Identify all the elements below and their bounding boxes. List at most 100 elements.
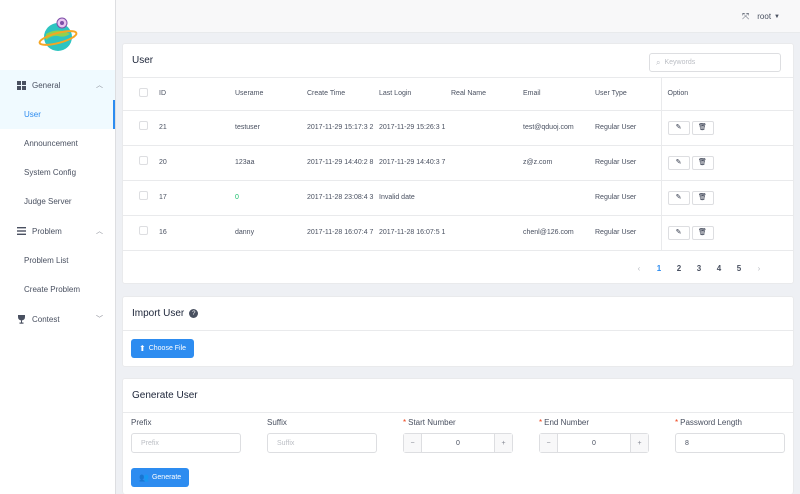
trash-icon[interactable]: 🗑 xyxy=(691,120,714,135)
edit-icon[interactable]: ✎ xyxy=(667,120,690,135)
generate-user-panel: Generate User Prefix Prefix Suffix Suffi… xyxy=(122,378,794,494)
cell-real-name xyxy=(451,145,523,181)
search-input[interactable]: ⌕ Keywords xyxy=(649,53,781,72)
prefix-input[interactable]: Prefix xyxy=(131,433,241,453)
cell-email xyxy=(523,180,595,216)
menu-group-problem[interactable]: Problem ︿ xyxy=(0,216,115,246)
stepper-value: 0 xyxy=(456,439,460,447)
sidebar-item-problem-list[interactable]: Problem List xyxy=(0,246,115,275)
username: root xyxy=(757,12,772,21)
cell-email: z@z.com xyxy=(523,145,595,181)
cell-user-type: Regular User xyxy=(595,110,661,146)
minus-icon[interactable]: − xyxy=(404,434,422,452)
cell-email: chenl@126.com xyxy=(523,215,595,251)
cell-real-name xyxy=(451,110,523,146)
password-length-input[interactable]: 8 xyxy=(675,433,785,453)
password-length-field: * Password Length 8 xyxy=(675,418,785,453)
panel-header: User ⌕ Keywords xyxy=(123,44,793,78)
sidebar-item-create-problem[interactable]: Create Problem xyxy=(0,275,115,304)
menu-group-general[interactable]: General ︿ xyxy=(0,70,115,100)
sidebar-item-user[interactable]: User xyxy=(0,100,115,129)
user-panel: User ⌕ Keywords ID Userame Create Time L… xyxy=(122,43,794,284)
edit-icon[interactable]: ✎ xyxy=(667,155,690,170)
suffix-field: Suffix Suffix xyxy=(267,418,377,453)
cell-real-name xyxy=(451,215,523,251)
chevron-up-icon: ︿ xyxy=(96,228,103,235)
caret-down-icon: ▼ xyxy=(774,13,780,20)
suffix-input[interactable]: Suffix xyxy=(267,433,377,453)
cell-user-type: Regular User xyxy=(595,215,661,251)
column-header: Real Name xyxy=(451,78,523,111)
users-icon: 👥 xyxy=(139,473,149,482)
select-all-checkbox[interactable] xyxy=(139,88,148,98)
cell-last-login: 2017-11-28 16:07:5 1 xyxy=(379,215,451,251)
page-button[interactable]: 2 xyxy=(669,264,689,273)
row-checkbox[interactable] xyxy=(139,191,148,200)
column-header: Create Time xyxy=(307,78,379,111)
expand-icon[interactable]: ⤧ xyxy=(742,11,749,22)
sidebar-item-system-config[interactable]: System Config xyxy=(0,158,115,187)
row-checkbox[interactable] xyxy=(139,121,148,130)
trophy-icon xyxy=(16,314,26,324)
question-circle-icon[interactable]: ? xyxy=(189,309,199,318)
table-row: 21 testuser 2017-11-29 15:17:3 2 2017-11… xyxy=(123,110,793,146)
end-number-stepper[interactable]: − 0 + xyxy=(539,433,649,453)
pagination: ‹ 1 2 3 4 5 › xyxy=(629,264,769,273)
trash-icon[interactable]: 🗑 xyxy=(691,190,714,205)
edit-icon[interactable]: ✎ xyxy=(667,190,690,205)
menu-group-label: Contest xyxy=(32,314,60,324)
panel-header: Import User ? xyxy=(123,297,793,331)
page-button[interactable]: 4 xyxy=(709,264,729,273)
plus-icon[interactable]: + xyxy=(494,434,512,452)
column-header: Userame xyxy=(235,78,307,111)
prev-page-button[interactable]: ‹ xyxy=(629,264,649,273)
next-page-button[interactable]: › xyxy=(749,264,769,273)
column-header[interactable]: ID xyxy=(159,78,235,111)
sidebar: General ︿ User Announcement System Confi… xyxy=(0,0,116,494)
page-button[interactable]: 3 xyxy=(689,264,709,273)
user-table: ID Userame Create Time Last Login Real N… xyxy=(123,78,793,251)
table-row: 17 0 2017-11-28 23:08:4 3 Invalid date R… xyxy=(123,180,793,216)
plus-icon[interactable]: + xyxy=(630,434,648,452)
logo xyxy=(0,0,115,70)
generate-button[interactable]: 👥 Generate xyxy=(131,468,190,487)
cell-last-login: Invalid date xyxy=(379,180,451,216)
planet-logo-icon xyxy=(38,17,77,51)
row-checkbox[interactable] xyxy=(139,226,148,235)
trash-icon[interactable]: 🗑 xyxy=(691,155,714,170)
trash-icon[interactable]: 🗑 xyxy=(691,225,714,240)
column-header: Last Login xyxy=(379,78,451,111)
panel-title: User xyxy=(132,55,154,66)
cell-id: 21 xyxy=(159,110,235,146)
row-checkbox[interactable] xyxy=(139,156,148,165)
upload-icon: ⬆ xyxy=(139,344,146,353)
menu-group-contest[interactable]: Contest ﹀ xyxy=(0,304,115,334)
start-number-stepper[interactable]: − 0 + xyxy=(403,433,513,453)
chevron-down-icon: ﹀ xyxy=(96,316,103,323)
search-placeholder: Keywords xyxy=(664,59,696,66)
cell-username: testuser xyxy=(235,110,307,146)
field-label: * Password Length xyxy=(675,418,742,427)
column-header: User Type xyxy=(595,78,661,111)
user-menu[interactable]: ⤧ root ▼ xyxy=(742,11,780,22)
edit-icon[interactable]: ✎ xyxy=(667,225,690,240)
column-header: Option xyxy=(660,78,793,111)
field-label: Prefix xyxy=(131,418,152,427)
sidebar-item-announcement[interactable]: Announcement xyxy=(0,129,115,158)
cell-last-login: 2017-11-29 15:26:3 1 xyxy=(379,110,451,146)
cell-username: 0 xyxy=(235,180,307,216)
cell-user-type: Regular User xyxy=(595,180,661,216)
button-label: Generate xyxy=(151,474,182,481)
panel-title: Generate User xyxy=(132,390,198,401)
minus-icon[interactable]: − xyxy=(540,434,558,452)
search-icon: ⌕ xyxy=(656,57,661,67)
page-button[interactable]: 5 xyxy=(729,264,749,273)
cell-username: 123aa xyxy=(235,145,307,181)
button-label: Choose File xyxy=(148,345,187,352)
sidebar-item-judge-server[interactable]: Judge Server xyxy=(0,187,115,216)
choose-file-button[interactable]: ⬆ Choose File xyxy=(131,339,195,358)
cell-last-login: 2017-11-29 14:40:3 7 xyxy=(379,145,451,181)
field-label: * End Number xyxy=(539,418,590,427)
grid-icon xyxy=(16,80,26,90)
page-button[interactable]: 1 xyxy=(649,264,669,273)
